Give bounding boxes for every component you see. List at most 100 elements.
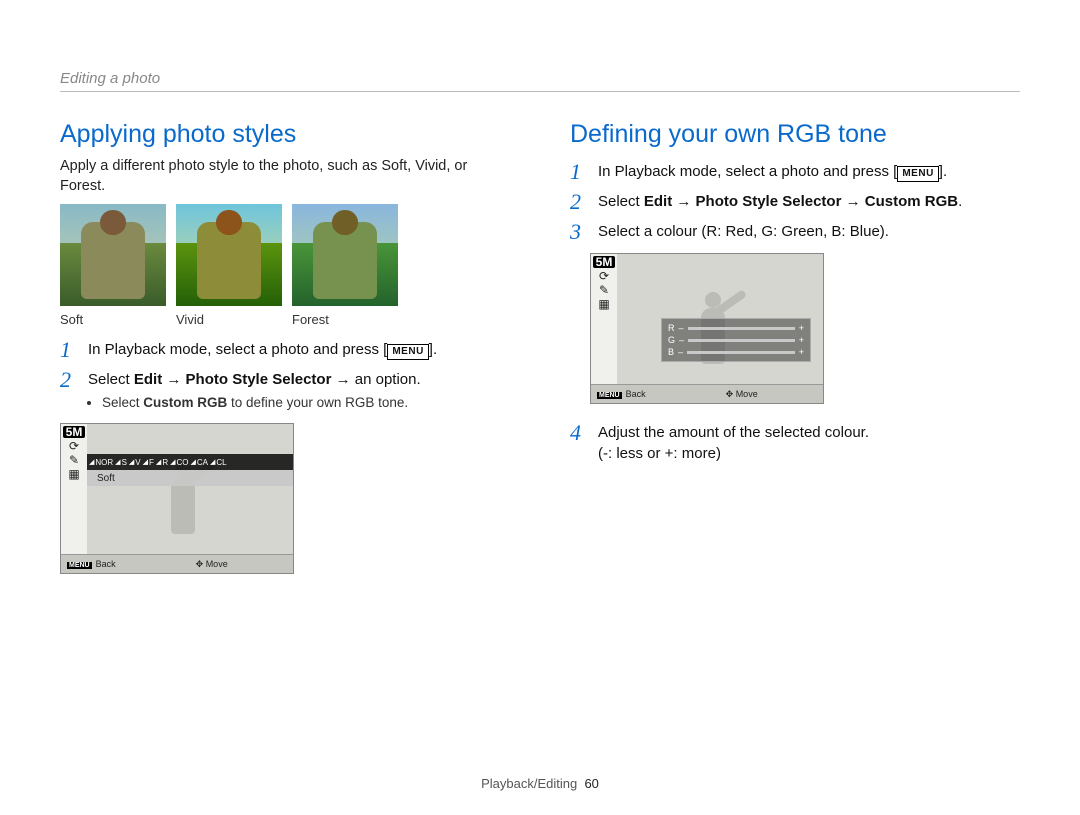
step-text: Select Edit → Photo Style Selector → an …	[88, 369, 421, 413]
heading-rgb-tone: Defining your own RGB tone	[570, 120, 1020, 149]
lcd-preview-styles: 5M ⟳ ✎ ▦ NOR S V F	[60, 423, 294, 574]
lcd-footer: MENU Back ✥ Move	[591, 384, 823, 403]
slider-bar	[688, 339, 795, 342]
intro-text: Apply a different photo style to the pho…	[60, 157, 510, 196]
thumb-vivid: Vivid	[176, 204, 282, 327]
arrow-icon: →	[841, 193, 864, 210]
style-chip: CA	[190, 458, 208, 467]
grid-icon: ▦	[68, 468, 79, 480]
lcd-side-icons: 5M ⟳ ✎ ▦	[591, 254, 617, 384]
t: → an option.	[331, 371, 420, 388]
dpad-icon: ✥	[726, 389, 736, 399]
t: Select	[102, 395, 143, 410]
style-chip: F	[143, 458, 154, 467]
arrow-icon: →	[162, 371, 185, 388]
menu-icon: MENU	[597, 392, 622, 399]
move-label: Move	[206, 559, 228, 569]
brush-icon: ✎	[69, 454, 79, 466]
b-label: B	[668, 347, 674, 357]
rotate-icon: ⟳	[69, 440, 79, 452]
plus-label: +	[799, 323, 804, 333]
step-number: 1	[570, 161, 586, 183]
plus-label: +	[799, 335, 804, 345]
style-chip: NOR	[89, 458, 113, 467]
right-steps: 1 In Playback mode, select a photo and p…	[570, 161, 1020, 243]
t: Select	[598, 193, 644, 210]
style-chip: S	[115, 458, 127, 467]
minus-label: –	[679, 335, 684, 345]
breadcrumb: Editing a photo	[60, 0, 1020, 92]
selected-style-row: Soft	[87, 470, 293, 486]
minus-label: –	[678, 347, 683, 357]
thumb-soft: Soft	[60, 204, 166, 327]
t: Custom RGB	[865, 193, 958, 210]
plus-label: +	[799, 347, 804, 357]
menu-icon: MENU	[67, 562, 92, 569]
menu-button-label: MENU	[387, 344, 428, 360]
heading-applying-styles: Applying photo styles	[60, 120, 510, 149]
right-column: Defining your own RGB tone 1 In Playback…	[570, 110, 1020, 574]
left-column: Applying photo styles Apply a different …	[60, 110, 510, 574]
thumb-label: Soft	[60, 312, 166, 327]
thumb-label: Forest	[292, 312, 398, 327]
menu-button-label: MENU	[897, 166, 938, 182]
style-chip: V	[129, 458, 141, 467]
style-chip: CL	[210, 458, 227, 467]
step-number: 1	[60, 339, 76, 361]
g-label: G	[668, 335, 675, 345]
page-footer: Playback/Editing 60	[0, 776, 1080, 791]
step-text: Select a colour (R: Red, G: Green, B: Bl…	[598, 221, 889, 242]
t: Custom RGB	[143, 395, 227, 410]
r-label: R	[668, 323, 675, 333]
step-number: 3	[570, 221, 586, 243]
t: .	[958, 193, 962, 210]
right-steps-cont: 4 Adjust the amount of the selected colo…	[570, 422, 1020, 464]
t: (-: less or +: more)	[598, 445, 721, 462]
t: Edit	[644, 193, 672, 210]
move-label: Move	[736, 389, 758, 399]
slider-bar	[688, 327, 795, 330]
step-text: In Playback mode, select a photo and pre…	[88, 339, 437, 360]
lcd-side-icons: 5M ⟳ ✎ ▦	[61, 424, 87, 554]
t: In Playback mode, select a photo and pre…	[88, 341, 387, 358]
minus-label: –	[679, 323, 684, 333]
footer-section: Playback/Editing	[481, 776, 577, 791]
arrow-icon: →	[672, 193, 695, 210]
thumb-label: Vivid	[176, 312, 282, 327]
left-steps: 1 In Playback mode, select a photo and p…	[60, 339, 510, 413]
grid-icon: ▦	[598, 298, 609, 310]
back-label: Back	[626, 389, 646, 399]
thumb-forest: Forest	[292, 204, 398, 327]
sub-bullet: Select Custom RGB to define your own RGB…	[88, 394, 421, 413]
t: In Playback mode, select a photo and pre…	[598, 163, 897, 180]
lcd-preview-rgb: 5M ⟳ ✎ ▦ R–+ G–+ B–+	[590, 253, 824, 404]
t: ].	[429, 341, 437, 358]
resolution-badge: 5M	[593, 256, 616, 268]
t: Photo Style Selector	[186, 371, 332, 388]
step-text: In Playback mode, select a photo and pre…	[598, 161, 947, 182]
style-chip: R	[156, 458, 168, 467]
t: Edit	[134, 371, 162, 388]
t: Select	[88, 371, 134, 388]
lcd-footer: MENU Back ✥ Move	[61, 554, 293, 573]
t: ].	[939, 163, 947, 180]
t: to define your own RGB tone.	[227, 395, 408, 410]
t: Photo Style Selector	[696, 193, 842, 210]
step-text: Select Edit → Photo Style Selector → Cus…	[598, 191, 962, 212]
page-number: 60	[584, 776, 598, 791]
style-thumbnails: Soft Vivid Forest	[60, 204, 510, 327]
style-strip: NOR S V F R CO CA CL	[87, 454, 293, 470]
step-number: 2	[60, 369, 76, 391]
brush-icon: ✎	[599, 284, 609, 296]
back-label: Back	[96, 559, 116, 569]
t: Adjust the amount of the selected colour…	[598, 424, 869, 441]
resolution-badge: 5M	[63, 426, 86, 438]
rotate-icon: ⟳	[599, 270, 609, 282]
step-number: 4	[570, 422, 586, 444]
slider-bar	[687, 351, 795, 354]
rgb-sliders: R–+ G–+ B–+	[661, 318, 811, 362]
style-chip: CO	[170, 458, 188, 467]
dpad-icon: ✥	[196, 559, 206, 569]
step-text: Adjust the amount of the selected colour…	[598, 422, 869, 464]
step-number: 2	[570, 191, 586, 213]
